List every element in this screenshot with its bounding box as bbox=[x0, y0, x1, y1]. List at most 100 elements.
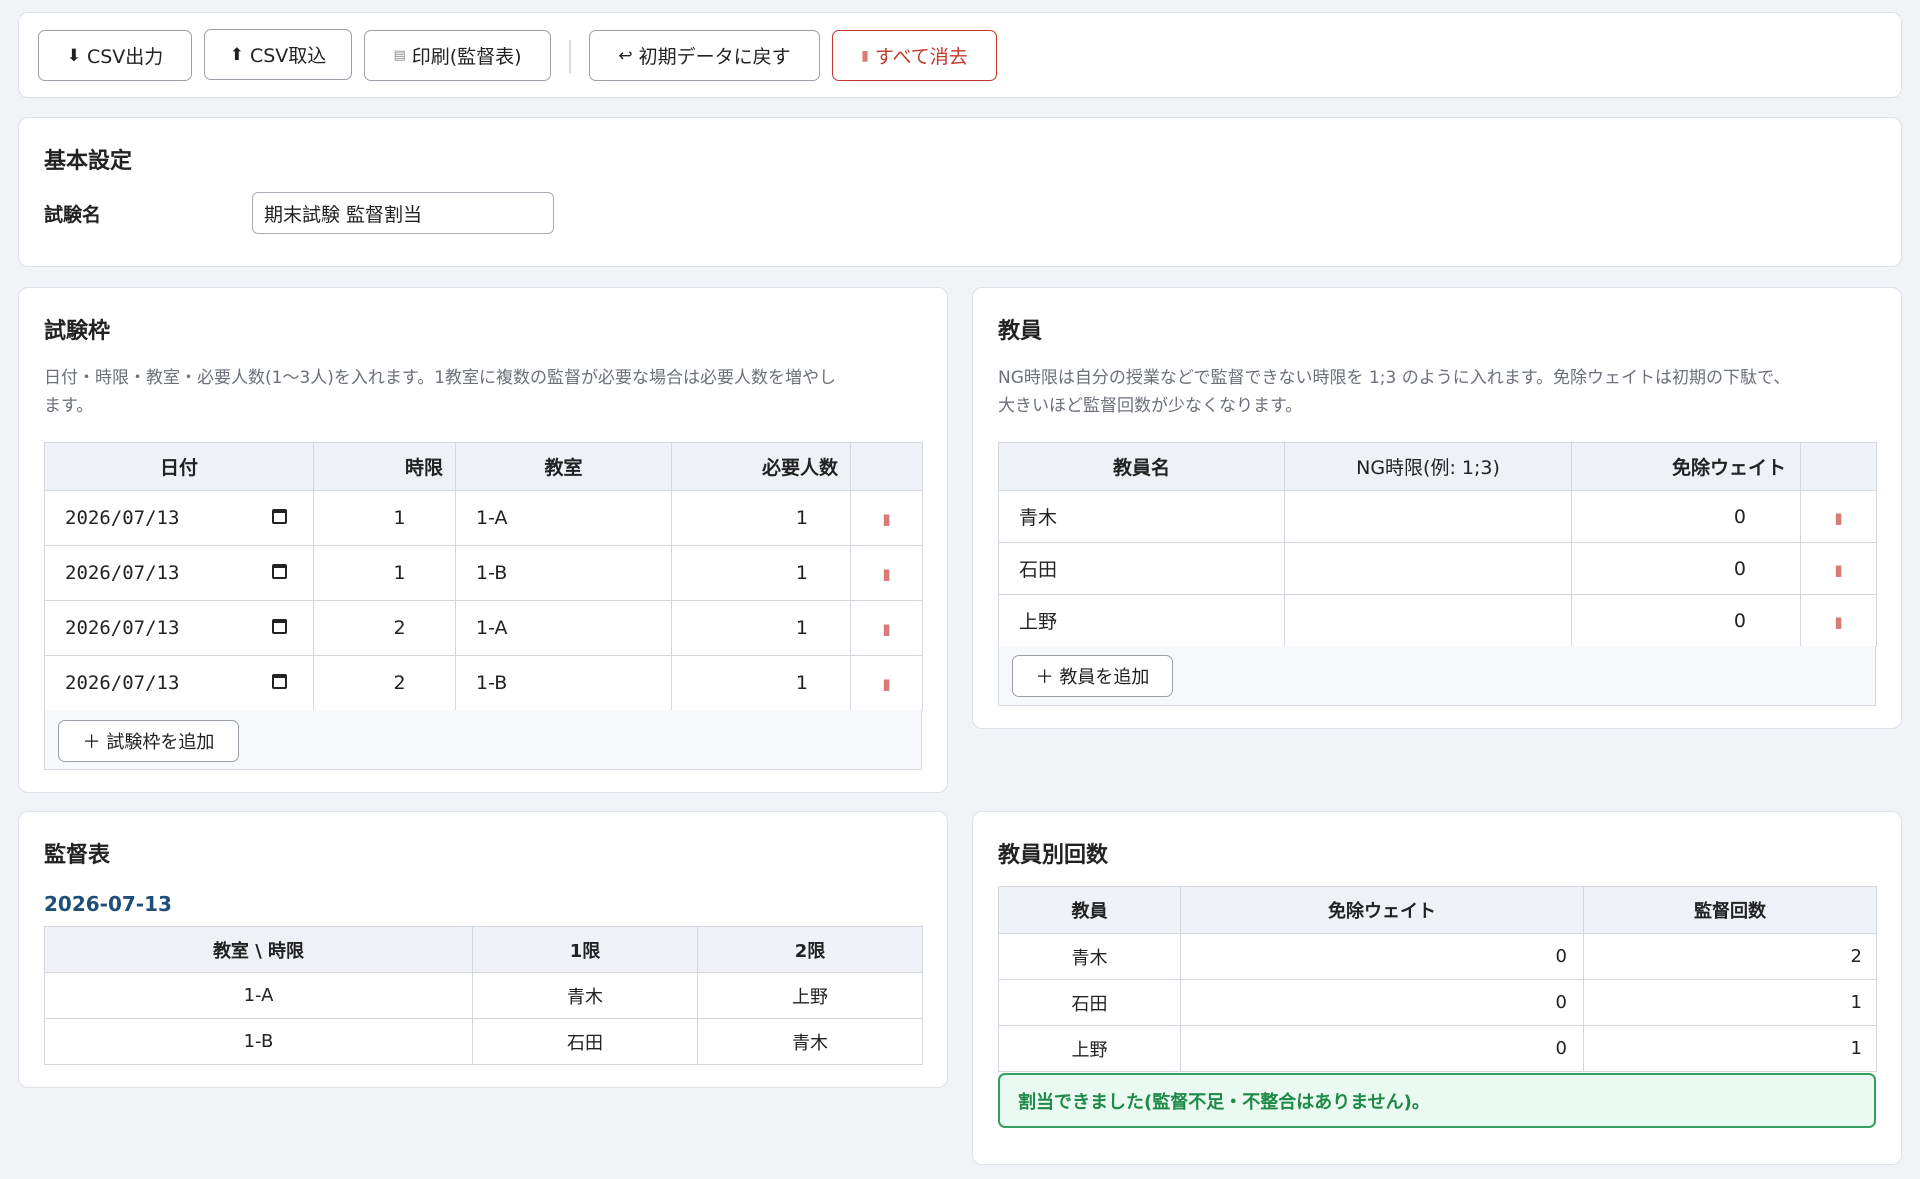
teacher-name-input[interactable]: 上野 bbox=[998, 594, 1285, 647]
col-room: 教室 bbox=[455, 442, 672, 491]
count-cell: 1 bbox=[1583, 1025, 1877, 1072]
date-input[interactable]: 2026/07/13 bbox=[44, 490, 314, 546]
teachers-description: NG時限は自分の授業などで監督できない時限を 1;3 のように入れます。免除ウェ… bbox=[998, 364, 1888, 420]
delete-slot-button[interactable]: ▮ bbox=[850, 655, 923, 711]
col-room-period: 教室 \ 時限 bbox=[44, 926, 473, 973]
col-exempt-weight: 免除ウェイト bbox=[1571, 442, 1801, 491]
delete-teacher-button[interactable]: ▮ bbox=[1800, 542, 1877, 595]
trash-icon: ▮ bbox=[882, 620, 891, 638]
room-cell: 1-A bbox=[44, 972, 473, 1019]
date-value: 2026/07/13 bbox=[65, 672, 180, 694]
col-required: 必要人数 bbox=[671, 442, 851, 491]
table-row: 2026/07/13 2 1-A 1 ▮ bbox=[44, 600, 923, 656]
teachers-desc-line1: NG時限は自分の授業などで監督できない時限を 1;3 のように入れます。免除ウェ… bbox=[998, 368, 1791, 388]
delete-slot-button[interactable]: ▮ bbox=[850, 545, 923, 601]
csv-import-button[interactable]: ⬆ CSV取込 bbox=[204, 29, 352, 80]
period-input[interactable]: 2 bbox=[313, 600, 456, 656]
table-row: 2026/07/13 2 1-B 1 ▮ bbox=[44, 655, 923, 711]
calendar-icon[interactable] bbox=[272, 674, 287, 689]
counts-title: 教員別回数 bbox=[998, 843, 1109, 868]
assign-cell: 石田 bbox=[472, 1018, 698, 1065]
exam-name-input[interactable]: 期末試験 監督割当 bbox=[252, 192, 554, 234]
table-row: 石田 0 ▮ bbox=[998, 542, 1877, 595]
weight-cell: 0 bbox=[1180, 933, 1584, 980]
col-actions bbox=[850, 442, 923, 491]
clear-all-button[interactable]: ▮ すべて消去 bbox=[832, 30, 997, 81]
trash-icon: ▮ bbox=[1834, 560, 1843, 579]
date-input[interactable]: 2026/07/13 bbox=[44, 655, 314, 711]
add-teacher-button[interactable]: ＋ 教員を追加 bbox=[1012, 655, 1173, 697]
count-cell: 2 bbox=[1583, 933, 1877, 980]
count-cell: 1 bbox=[1583, 979, 1877, 1026]
room-input[interactable]: 1-B bbox=[455, 545, 672, 601]
delete-teacher-button[interactable]: ▮ bbox=[1800, 490, 1877, 543]
room-input[interactable]: 1-A bbox=[455, 490, 672, 546]
teachers-title: 教員 bbox=[998, 319, 1043, 344]
col-teacher: 教員 bbox=[998, 886, 1181, 934]
date-value: 2026/07/13 bbox=[65, 507, 180, 529]
delete-slot-button[interactable]: ▮ bbox=[850, 600, 923, 656]
ng-periods-input[interactable] bbox=[1284, 542, 1572, 595]
trash-icon: ▮ bbox=[882, 510, 891, 528]
schedule-title: 監督表 bbox=[44, 843, 111, 868]
col-period: 時限 bbox=[313, 442, 456, 491]
exam-slots-description: 日付・時限・教室・必要人数(1〜3人)を入れます。1教室に複数の監督が必要な場合… bbox=[44, 364, 934, 420]
required-input[interactable]: 1 bbox=[671, 490, 851, 546]
table-row: 青木 0 2 bbox=[998, 933, 1877, 980]
weight-cell: 0 bbox=[1180, 979, 1584, 1026]
status-message: 割当できました(監督不足・不整合はありません)。 bbox=[998, 1073, 1876, 1128]
add-slot-button[interactable]: ＋ 試験枠を追加 bbox=[58, 720, 239, 762]
period-input[interactable]: 1 bbox=[313, 490, 456, 546]
date-input[interactable]: 2026/07/13 bbox=[44, 600, 314, 656]
assign-cell: 青木 bbox=[697, 1018, 923, 1065]
trash-icon: ▮ bbox=[882, 675, 891, 693]
calendar-icon[interactable] bbox=[272, 564, 287, 579]
date-value: 2026/07/13 bbox=[65, 562, 180, 584]
teacher-name-input[interactable]: 青木 bbox=[998, 490, 1285, 543]
delete-slot-button[interactable]: ▮ bbox=[850, 490, 923, 546]
required-input[interactable]: 1 bbox=[671, 545, 851, 601]
teachers-desc-line2: 大きいほど監督回数が少なくなります。 bbox=[998, 396, 1303, 416]
room-input[interactable]: 1-B bbox=[455, 655, 672, 711]
csv-export-button[interactable]: ⬇ CSV出力 bbox=[38, 30, 192, 81]
teacher-cell: 上野 bbox=[998, 1025, 1181, 1072]
ng-periods-input[interactable] bbox=[1284, 594, 1572, 647]
counts-table: 教員 免除ウェイト 監督回数 青木 0 2 石田 0 1 上野 0 1 bbox=[998, 886, 1877, 1072]
col-actions bbox=[1800, 442, 1877, 491]
room-input[interactable]: 1-A bbox=[455, 600, 672, 656]
exam-slots-title: 試験枠 bbox=[44, 319, 111, 344]
undo-icon: ↩ bbox=[618, 45, 633, 66]
basic-settings-title: 基本設定 bbox=[44, 149, 133, 174]
trash-icon: ▮ bbox=[1834, 612, 1843, 631]
table-row: 上野 0 1 bbox=[998, 1025, 1877, 1072]
reset-button[interactable]: ↩ 初期データに戻す bbox=[589, 30, 820, 81]
calendar-icon[interactable] bbox=[272, 619, 287, 634]
date-input[interactable]: 2026/07/13 bbox=[44, 545, 314, 601]
delete-teacher-button[interactable]: ▮ bbox=[1800, 594, 1877, 647]
period-input[interactable]: 2 bbox=[313, 655, 456, 711]
room-cell: 1-B bbox=[44, 1018, 473, 1065]
teacher-name-input[interactable]: 石田 bbox=[998, 542, 1285, 595]
required-input[interactable]: 1 bbox=[671, 600, 851, 656]
col-period-1: 1限 bbox=[472, 926, 698, 973]
printer-icon: ▤ bbox=[393, 48, 406, 63]
exam-name-value: 期末試験 監督割当 bbox=[264, 203, 423, 226]
print-button[interactable]: ▤ 印刷(監督表) bbox=[364, 30, 551, 81]
table-row: 上野 0 ▮ bbox=[998, 594, 1877, 647]
ng-periods-input[interactable] bbox=[1284, 490, 1572, 543]
table-row: 2026/07/13 1 1-B 1 ▮ bbox=[44, 545, 923, 601]
date-value: 2026/07/13 bbox=[65, 617, 180, 639]
exempt-weight-input[interactable]: 0 bbox=[1571, 594, 1801, 647]
csv-export-label: CSV出力 bbox=[86, 46, 164, 68]
exempt-weight-input[interactable]: 0 bbox=[1571, 542, 1801, 595]
schedule-date-heading: 2026-07-13 bbox=[44, 892, 172, 916]
calendar-icon[interactable] bbox=[272, 509, 287, 524]
table-row: 石田 0 1 bbox=[998, 979, 1877, 1026]
assign-cell: 青木 bbox=[472, 972, 698, 1019]
exempt-weight-input[interactable]: 0 bbox=[1571, 490, 1801, 543]
teacher-cell: 青木 bbox=[998, 933, 1181, 980]
period-input[interactable]: 1 bbox=[313, 545, 456, 601]
reset-label: 初期データに戻す bbox=[638, 46, 791, 68]
col-weight: 免除ウェイト bbox=[1180, 886, 1584, 934]
required-input[interactable]: 1 bbox=[671, 655, 851, 711]
